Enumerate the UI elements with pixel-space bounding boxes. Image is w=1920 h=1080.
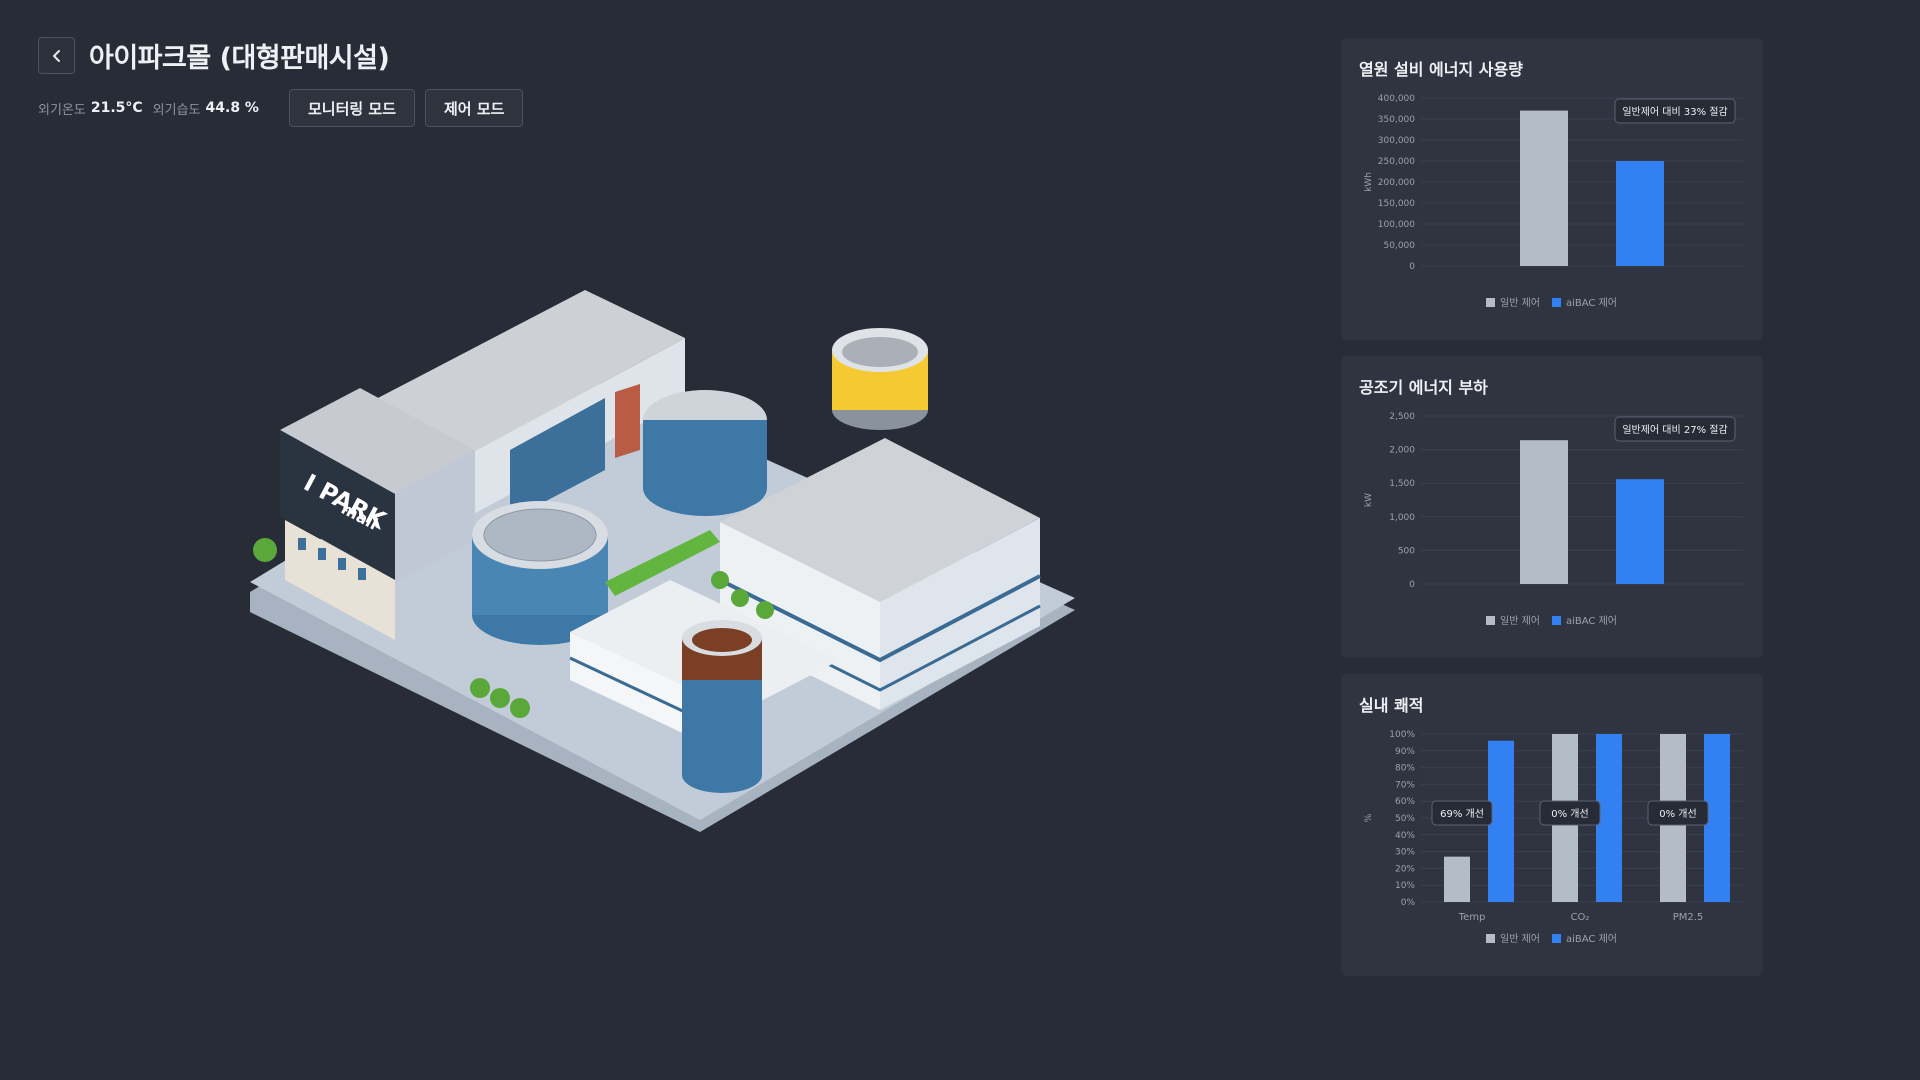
outdoor-temp-value: 21.5°C [90, 100, 143, 116]
annotation-text: 0% 개선 [1551, 808, 1588, 820]
annotation-text: 일반제어 대비 27% 절감 [1622, 423, 1727, 436]
yellow-cylinder-hole [842, 337, 918, 367]
y-tick-label: 0% [1401, 898, 1416, 908]
y-tick-label: 30% [1395, 848, 1415, 858]
outdoor-humidity-label: 외기습도 [152, 102, 201, 118]
y-tick-label: 2,500 [1389, 412, 1415, 422]
legend-label-aibac: aiBAC 제어 [1566, 933, 1617, 945]
back-button[interactable] [38, 37, 75, 74]
y-tick-label: 200,000 [1378, 178, 1415, 188]
chevron-left-icon [52, 49, 60, 62]
indoor-comfort-chart: 100% 90% 80% 70% 60% 50% 40% 30% 20% 10% 0%% Temp 69… [1364, 730, 1743, 945]
y-tick-label: 70% [1395, 780, 1415, 790]
ahu-energy-load-chart: 2,500 2,000 1,500 1,000 500 0 kW 일반제어 대비 27% 절감… [1364, 412, 1743, 627]
brick-wall [615, 384, 640, 458]
legend-swatch-aibac [1552, 616, 1561, 625]
bar-normal-control [1444, 856, 1470, 902]
building-illustration[interactable]: I PARK mall [240, 280, 1090, 840]
heat-source-energy-chart: 400,000 350,000 300,000 250,000 200,000 150,0… [1364, 94, 1743, 309]
y-tick-label: 40% [1395, 831, 1415, 841]
ahu-energy-load-panel: 공조기 에너지 부하 2,500 2,000 1,500 1,000 500 0 kW 일반제… [1341, 356, 1763, 658]
y-axis-label: % [1364, 813, 1374, 822]
y-tick-label: 400,000 [1378, 94, 1415, 104]
monitoring-mode-button[interactable]: 모니터링 모드 [288, 89, 415, 127]
control-mode-button[interactable]: 제어 모드 [425, 89, 524, 127]
legend-label-aibac: aiBAC 제어 [1566, 297, 1617, 309]
outdoor-temp-label: 외기온도 [38, 102, 86, 118]
legend-label-normal: 일반 제어 [1500, 615, 1540, 627]
x-tick-label: CO₂ [1571, 912, 1590, 923]
weather-info-row: 외기온도 21.5°C 외기습도 44.8 % 모니터링 모드 제어 모드 [38, 89, 524, 127]
y-tick-label: 1,500 [1389, 479, 1415, 489]
legend-label-normal: 일반 제어 [1500, 297, 1540, 309]
dome-glass [483, 508, 597, 562]
y-tick-label: 250,000 [1378, 157, 1415, 167]
legend-swatch-aibac [1552, 934, 1561, 943]
y-tick-label: 80% [1395, 764, 1415, 774]
legend-swatch-normal [1486, 298, 1495, 307]
y-tick-label: 50,000 [1384, 241, 1416, 251]
y-tick-label: 1,000 [1389, 513, 1415, 523]
legend-swatch-normal [1486, 616, 1495, 625]
y-tick-label: 300,000 [1378, 136, 1415, 146]
y-tick-label: 50% [1395, 814, 1415, 824]
annotation-text: 69% 개선 [1440, 808, 1484, 820]
bar-normal-control [1520, 110, 1568, 266]
legend-label-normal: 일반 제어 [1500, 933, 1540, 945]
legend-label-aibac: aiBAC 제어 [1566, 615, 1617, 627]
y-tick-label: 20% [1395, 864, 1415, 874]
brown-cylinder-hole [692, 628, 752, 652]
y-tick-label: 90% [1395, 747, 1415, 757]
bar-normal-control [1520, 440, 1568, 584]
x-tick-label: PM2.5 [1673, 912, 1704, 923]
y-tick-label: 150,000 [1378, 199, 1415, 209]
title-row: 아이파크몰 (대형판매시설) [38, 36, 523, 75]
legend-swatch-normal [1486, 934, 1495, 943]
y-tick-label: 350,000 [1378, 115, 1415, 125]
y-tick-label: 100% [1389, 730, 1415, 740]
y-tick-label: 0 [1409, 580, 1415, 590]
legend-swatch-aibac [1552, 298, 1561, 307]
page-header: 아이파크몰 (대형판매시설) 외기온도 21.5°C 외기습도 44.8 % 모… [38, 36, 524, 127]
y-axis-label: kW [1364, 493, 1374, 507]
y-tick-label: 10% [1395, 881, 1415, 891]
bar-aibac-control [1616, 479, 1664, 584]
annotation-text: 일반제어 대비 33% 절감 [1622, 105, 1727, 118]
page-title: 아이파크몰 (대형판매시설) [89, 43, 390, 74]
y-tick-label: 100,000 [1378, 220, 1415, 230]
y-tick-label: 2,000 [1389, 446, 1415, 456]
x-tick-label: Temp [1458, 912, 1486, 923]
indoor-comfort-panel: 실내 쾌적 100% 90% 80% 70% 60% 50% 40% 30% 20% 10% 0%%… [1341, 674, 1763, 976]
y-axis-label: kWh [1364, 172, 1374, 192]
annotation-text: 0% 개선 [1659, 808, 1696, 820]
y-tick-label: 60% [1395, 797, 1415, 807]
y-tick-label: 500 [1398, 546, 1415, 556]
bar-aibac-control [1616, 161, 1664, 266]
outdoor-humidity-value: 44.8 % [205, 100, 259, 116]
heat-source-energy-panel: 열원 설비 에너지 사용량 400,000 350,000 300,000 250,0… [1341, 38, 1763, 340]
y-tick-label: 0 [1409, 262, 1415, 272]
